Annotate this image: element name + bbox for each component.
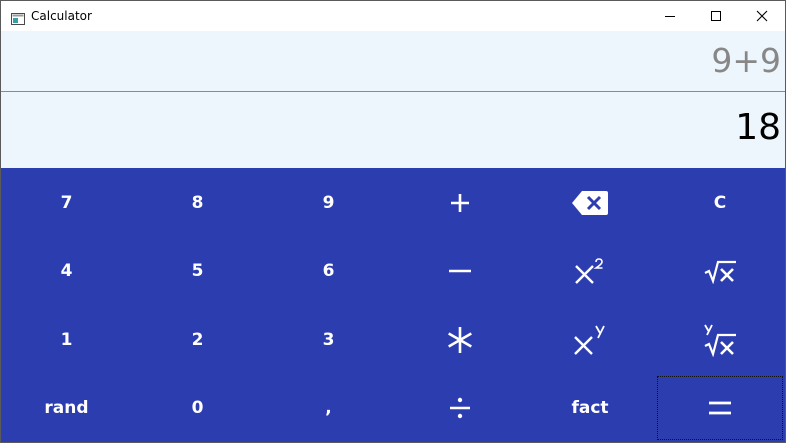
equals-button[interactable] (655, 374, 785, 442)
subtract-button[interactable] (394, 237, 525, 305)
calculator-window: Calculator 9+9 18 7 8 9 C 4 5 6 1 2 3 ra… (0, 0, 786, 443)
comma-button[interactable]: , (263, 374, 394, 442)
key-4[interactable]: 4 (1, 237, 132, 305)
key-1[interactable]: 1 (1, 305, 132, 374)
minimize-button[interactable] (647, 1, 693, 31)
keypad: 7 8 9 C 4 5 6 1 2 3 rand 0 , fact (1, 168, 785, 442)
factorial-button[interactable]: fact (525, 374, 655, 442)
minus-icon (448, 267, 472, 275)
backspace-button[interactable] (525, 168, 655, 237)
key-2[interactable]: 2 (132, 305, 263, 374)
x-squared-icon (574, 257, 606, 285)
window-title: Calculator (31, 9, 92, 23)
close-button[interactable] (739, 1, 785, 31)
x-to-the-y-icon (573, 324, 607, 356)
add-button[interactable] (394, 168, 525, 237)
asterisk-multiply-icon (446, 326, 474, 354)
nth-root-button[interactable] (655, 305, 785, 374)
power-button[interactable] (525, 305, 655, 374)
clear-button[interactable]: C (655, 168, 785, 237)
equals-icon (708, 400, 732, 416)
result-text: 18 (735, 107, 781, 148)
divide-button[interactable] (394, 374, 525, 442)
maximize-button[interactable] (693, 1, 739, 31)
backspace-icon (571, 190, 609, 216)
result-display: 18 (1, 92, 785, 168)
key-7[interactable]: 7 (1, 168, 132, 237)
key-8[interactable]: 8 (132, 168, 263, 237)
key-6[interactable]: 6 (263, 237, 394, 305)
maximize-icon (710, 10, 722, 22)
key-0[interactable]: 0 (132, 374, 263, 442)
random-button[interactable]: rand (1, 374, 132, 442)
calculator-window-icon (11, 10, 25, 25)
title-bar[interactable]: Calculator (1, 1, 785, 31)
multiply-button[interactable] (394, 305, 525, 374)
key-9[interactable]: 9 (263, 168, 394, 237)
close-icon (756, 10, 768, 22)
key-3[interactable]: 3 (263, 305, 394, 374)
y-th-root-icon (703, 323, 737, 357)
plus-icon (449, 192, 471, 214)
expression-display: 9+9 (1, 31, 785, 92)
square-root-icon (703, 258, 737, 284)
square-root-button[interactable] (655, 237, 785, 305)
square-button[interactable] (525, 237, 655, 305)
minimize-icon (664, 10, 676, 22)
division-icon (448, 396, 472, 420)
key-5[interactable]: 5 (132, 237, 263, 305)
expression-text: 9+9 (711, 41, 781, 80)
